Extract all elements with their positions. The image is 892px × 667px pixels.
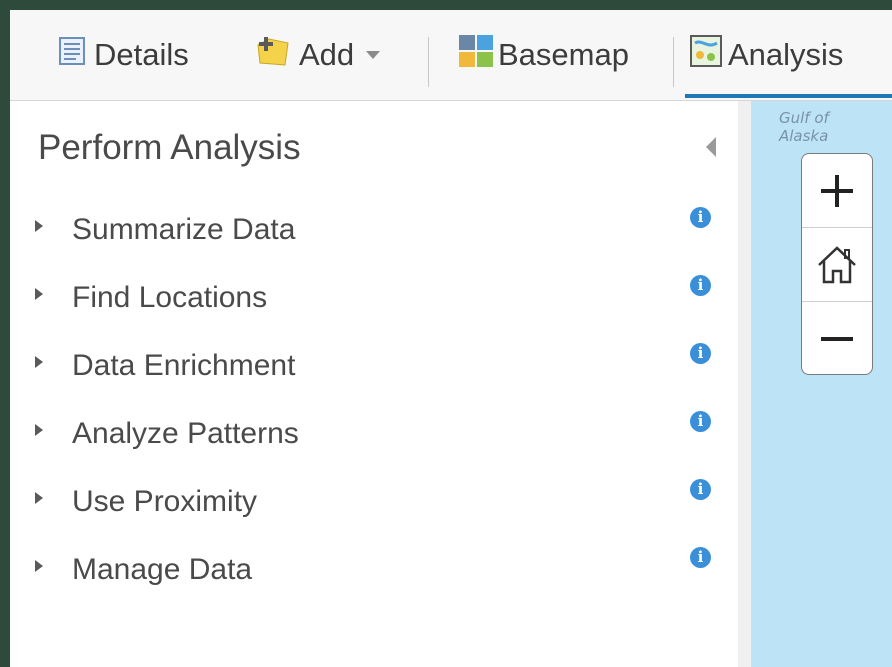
active-tab-indicator [685,94,892,98]
home-button[interactable] [802,227,872,301]
minus-icon [821,336,853,341]
chevron-right-icon [35,356,43,368]
analysis-map-icon [690,35,722,75]
home-icon [818,245,856,283]
details-label: Details [94,37,189,72]
basemap-button[interactable]: Basemap [458,10,629,100]
basemap-gallery-icon [458,34,494,76]
basemap-label: Basemap [498,37,629,72]
window-frame-top [0,0,892,10]
chevron-right-icon [35,424,43,436]
zoom-control [801,153,873,375]
chevron-right-icon [35,560,43,572]
add-label: Add [299,37,355,72]
info-icon[interactable]: i [690,207,711,228]
details-button[interactable]: Details [58,10,189,100]
chevron-down-icon [366,51,381,59]
analysis-label: Analysis [728,37,844,72]
tab-analysis[interactable]: Analysis [690,10,843,100]
map-label-line: Alaska [779,127,829,145]
add-layer-icon [255,35,291,75]
panel-title: Perform Analysis [38,128,301,167]
zoom-in-button[interactable] [802,154,872,227]
zoom-out-button[interactable] [802,301,872,374]
map-label-line: Gulf of [779,109,829,127]
details-icon [58,36,86,74]
info-icon[interactable]: i [690,547,711,568]
collapse-panel-icon[interactable] [706,137,716,157]
toolbar: Details Add Basemap Analysis [10,10,892,101]
analysis-panel: Perform Analysis Summarize Data i Find L… [10,101,738,667]
map-view[interactable]: Gulf of Alaska [751,101,892,667]
list-item-summarize-data[interactable]: Summarize Data i [10,205,738,255]
chevron-right-icon [35,220,43,232]
toolbar-divider [428,37,429,87]
list-item-label: Find Locations [72,281,268,314]
list-item-find-locations[interactable]: Find Locations i [10,273,738,323]
info-icon[interactable]: i [690,411,711,432]
info-icon[interactable]: i [690,479,711,500]
info-icon[interactable]: i [690,275,711,296]
chevron-right-icon [35,492,43,504]
list-item-use-proximity[interactable]: Use Proximity i [10,477,738,527]
add-dropdown-button[interactable]: Add [255,10,381,100]
plus-icon [821,174,853,207]
info-icon[interactable]: i [690,343,711,364]
list-item-data-enrichment[interactable]: Data Enrichment i [10,341,738,391]
panel-splitter[interactable] [738,101,751,667]
list-item-label: Analyze Patterns [72,417,299,450]
list-item-manage-data[interactable]: Manage Data i [10,545,738,595]
map-place-label: Gulf of Alaska [779,109,829,145]
window-frame-left [0,0,10,667]
list-item-label: Use Proximity [72,485,258,518]
chevron-right-icon [35,288,43,300]
list-item-label: Manage Data [72,553,253,586]
list-item-label: Data Enrichment [72,349,296,382]
toolbar-divider [673,37,674,87]
list-item-analyze-patterns[interactable]: Analyze Patterns i [10,409,738,459]
list-item-label: Summarize Data [72,213,296,246]
